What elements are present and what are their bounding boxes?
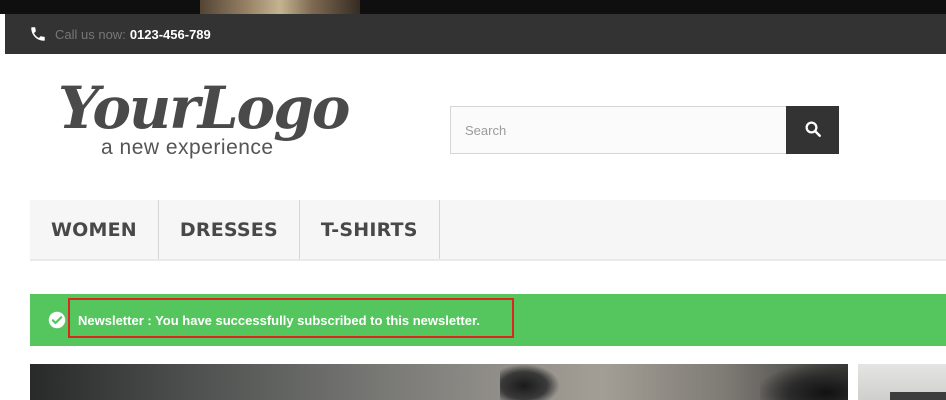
logo-tagline: a new experience: [101, 136, 274, 159]
newsletter-success-alert: Newsletter : You have successfully subsc…: [30, 294, 946, 346]
check-circle-icon: [48, 311, 66, 329]
search-button[interactable]: [786, 106, 839, 154]
main-menu: WOMEN DRESSES T-SHIRTS: [30, 200, 946, 261]
menu-item-women[interactable]: WOMEN: [30, 200, 159, 259]
alert-message: Newsletter : You have successfully subsc…: [78, 312, 480, 328]
site-logo[interactable]: YourLogo a new experience: [58, 74, 358, 165]
menu-item-dresses[interactable]: DRESSES: [159, 200, 300, 259]
side-banner-image[interactable]: [858, 364, 946, 400]
search-icon: [804, 120, 822, 141]
banner-image: [200, 0, 360, 14]
header-contact-bar: Call us now: 0123-456-789: [5, 14, 946, 54]
page-left-margin: [0, 0, 5, 400]
homepage-slider-image[interactable]: [30, 364, 848, 400]
search-input[interactable]: [450, 106, 786, 154]
top-promo-banner[interactable]: [0, 0, 946, 14]
phone-label: Call us now:: [55, 26, 126, 42]
slider-image-detail-right: [760, 364, 848, 400]
phone-number: 0123-456-789: [129, 26, 211, 42]
phone-icon: [29, 25, 47, 43]
slider-image-detail: [500, 364, 560, 400]
menu-item-tshirts[interactable]: T-SHIRTS: [300, 200, 440, 259]
side-banner-detail: [890, 392, 946, 400]
logo-script-text: YourLogo: [58, 74, 350, 142]
